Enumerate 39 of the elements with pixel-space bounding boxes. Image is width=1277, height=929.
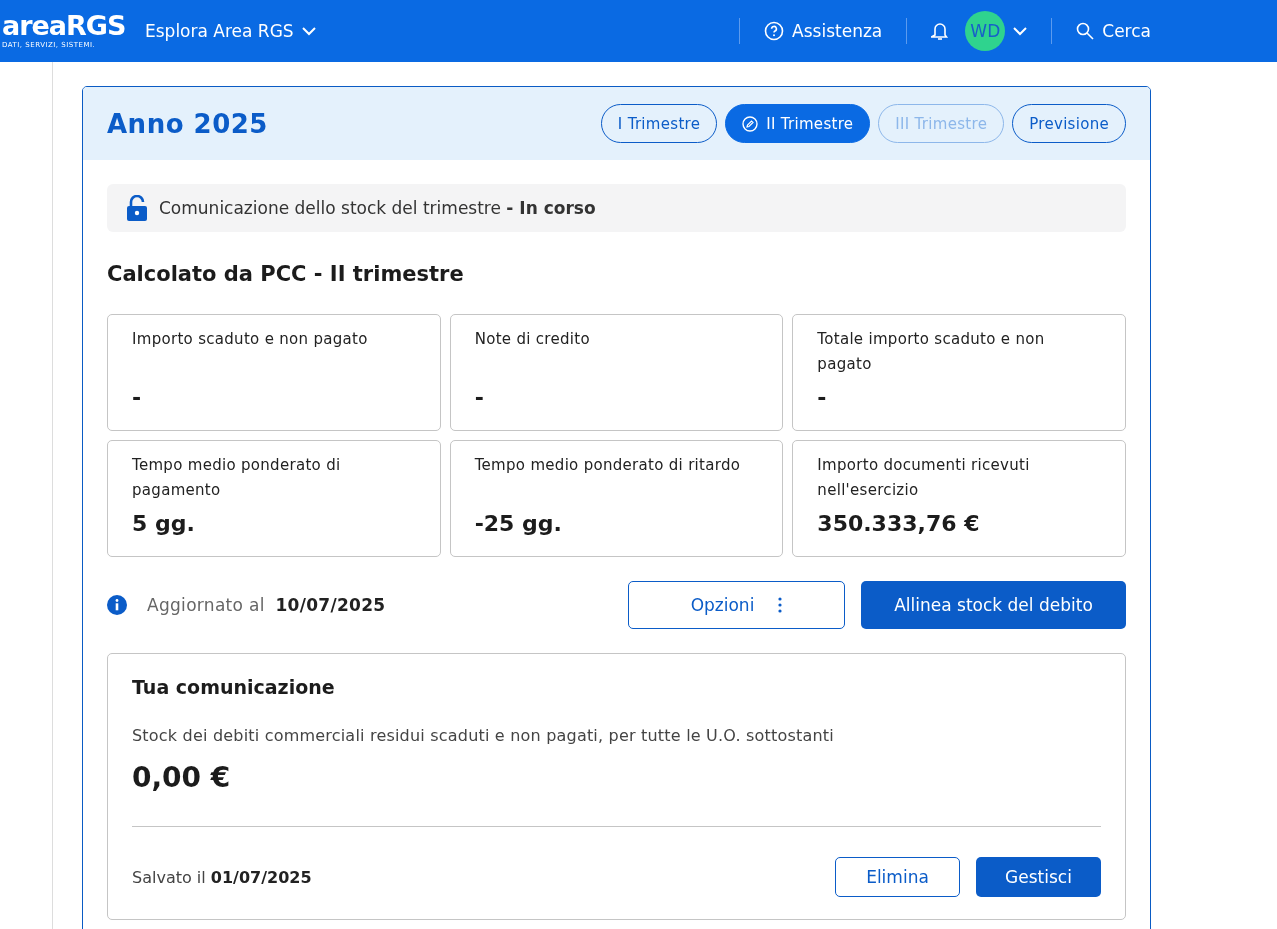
stat-label: Tempo medio ponderato di ritardo	[474, 455, 742, 476]
status-text: Comunicazione dello stock del trimestre - In corso	[159, 198, 596, 218]
year-title: Anno 2025	[107, 108, 269, 139]
stat-label: Note di credito	[474, 329, 591, 350]
stat-label: Totale importo scaduto e non pagato	[817, 329, 1046, 375]
help-button[interactable]: Assistenza	[764, 21, 883, 41]
explore-menu[interactable]: Esplora Area RGS	[145, 21, 316, 41]
delete-button[interactable]: Elimina	[835, 857, 960, 897]
updated-text: Aggiornato al 10/07/2025	[147, 595, 387, 615]
chevron-down-icon	[301, 26, 316, 36]
chevron-down-icon	[1013, 26, 1028, 36]
search-icon	[1076, 22, 1095, 40]
stat-label: Tempo medio ponderato di pagamento	[132, 455, 342, 501]
communication-description: Stock dei debiti commerciali residui scaduti e non pagati, per tutte le U.O. sottostanti	[132, 726, 835, 745]
communication-title: Tua comunicazione	[132, 676, 336, 698]
section-title: Calcolato da PCC - II trimestre	[107, 262, 465, 286]
bell-icon[interactable]	[931, 21, 950, 41]
help-icon	[764, 21, 785, 41]
stat-value: 350.333,76 €	[817, 511, 981, 536]
avatar: WD	[965, 11, 1006, 51]
options-button[interactable]: Opzioni	[628, 581, 845, 629]
stat-value: -	[474, 385, 485, 410]
align-stock-button[interactable]: Allinea stock del debito	[861, 581, 1126, 629]
pencil-icon	[742, 115, 759, 132]
communication-amount: 0,00 €	[132, 761, 232, 794]
stat-value: 5 gg.	[132, 511, 196, 536]
lock-icon	[127, 195, 147, 221]
manage-button[interactable]: Gestisci	[976, 857, 1101, 897]
stat-label: Importo documenti ricevuti nell'esercizio	[817, 455, 1031, 501]
info-icon	[107, 595, 127, 615]
search-button[interactable]: Cerca	[1076, 21, 1151, 41]
stat-label: Importo scaduto e non pagato	[132, 329, 369, 350]
quarter-tab[interactable]: II Trimestre	[725, 104, 871, 143]
stat-value: -	[817, 385, 828, 410]
user-menu[interactable]: WD	[965, 11, 1028, 51]
stat-value: -25 gg.	[474, 511, 563, 536]
more-vertical-icon	[778, 597, 783, 613]
saved-text: Salvato il 01/07/2025	[132, 867, 313, 887]
stat-value: -	[132, 385, 143, 410]
